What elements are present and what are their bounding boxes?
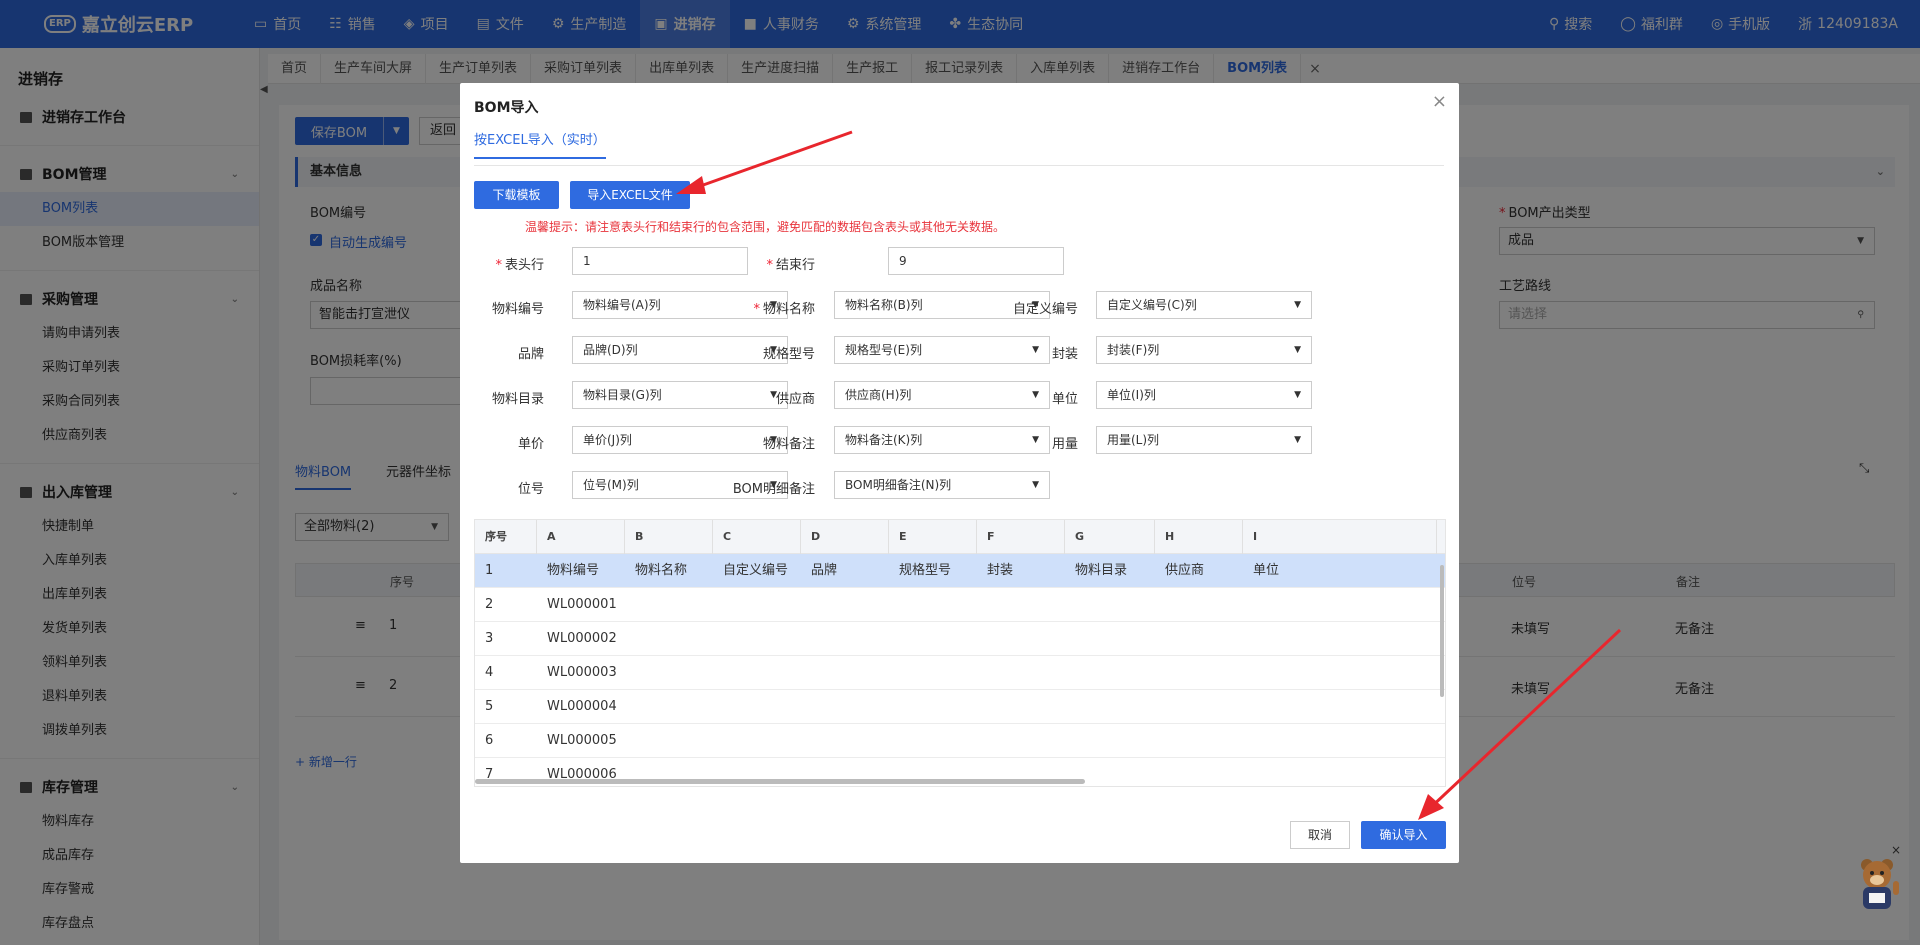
assistant-mascot-icon[interactable] xyxy=(1853,855,1901,913)
mapping-label: 供应商 xyxy=(775,392,815,407)
mapping-label: 自定义编号 xyxy=(1012,302,1078,317)
grid-cell: 规格型号 xyxy=(899,563,952,578)
excel-preview-grid: 序号 A B C D E F G H I 1 物料编号 物料名称 自定义编号 品牌 规格型号 封装 物料目录 供应… xyxy=(474,519,1446,787)
mapping-select[interactable]: BOM明细备注(N)列 ▼ xyxy=(834,471,1050,499)
mapping-label: 单价 xyxy=(517,437,544,452)
grid-column-header: I xyxy=(1243,520,1437,554)
grid-cell: 3 xyxy=(485,631,494,646)
caret-down-icon: ▼ xyxy=(1294,345,1301,355)
mapping-label: 品牌 xyxy=(517,347,544,362)
cancel-button[interactable]: 取消 xyxy=(1290,821,1350,849)
header-row-label: * 表头行 xyxy=(495,258,544,273)
confirm-import-button[interactable]: 确认导入 xyxy=(1361,821,1446,849)
mapping-select[interactable]: 自定义编号(C)列 ▼ xyxy=(1096,291,1312,319)
grid-cell: 1 xyxy=(485,563,494,578)
mapping-label: 封装 xyxy=(1051,347,1078,362)
grid-cell: 单位 xyxy=(1253,563,1280,578)
caret-down-icon: ▼ xyxy=(1294,390,1301,400)
grid-cell: 封装 xyxy=(987,563,1014,578)
horizontal-scrollbar[interactable] xyxy=(475,779,1085,784)
grid-row[interactable]: 6 WL000005 xyxy=(475,724,1445,758)
import-excel-button[interactable]: 导入EXCEL文件 xyxy=(570,181,690,209)
download-template-button[interactable]: 下载模板 xyxy=(474,181,559,209)
mapping-select[interactable]: 用量(L)列 ▼ xyxy=(1096,426,1312,454)
tab-excel-import[interactable]: 按EXCEL导入（实时） xyxy=(474,129,606,159)
header-row-input[interactable]: 1 xyxy=(572,247,748,275)
caret-down-icon: ▼ xyxy=(1294,300,1301,310)
grid-column-header: C xyxy=(713,520,801,554)
mapping-label: 用量 xyxy=(1051,437,1078,452)
grid-cell: WL000005 xyxy=(547,733,617,748)
grid-row[interactable]: 4 WL000003 xyxy=(475,656,1445,690)
mapping-label: 物料目录 xyxy=(491,392,544,407)
mapping-label: * 物料名称 xyxy=(753,302,815,317)
grid-column-header: F xyxy=(977,520,1065,554)
caret-down-icon: ▼ xyxy=(1294,435,1301,445)
vertical-scrollbar[interactable] xyxy=(1440,565,1444,697)
close-icon[interactable]: × xyxy=(1432,91,1447,112)
grid-row[interactable]: 1 物料编号 物料名称 自定义编号 品牌 规格型号 封装 物料目录 供应商 单位 xyxy=(475,554,1445,588)
grid-cell: WL000004 xyxy=(547,699,617,714)
end-row-input[interactable]: 9 xyxy=(888,247,1064,275)
grid-header: 序号 A B C D E F G H I xyxy=(475,520,1445,554)
grid-column-header: H xyxy=(1155,520,1243,554)
grid-cell: WL000002 xyxy=(547,631,617,646)
grid-column-header: B xyxy=(625,520,713,554)
grid-cell: 物料名称 xyxy=(635,563,688,578)
hint-text: 温馨提示：请注意表头行和结束行的包含范围，避免匹配的数据包含表头或其他无关数据。 xyxy=(525,220,1006,234)
grid-cell: 物料编号 xyxy=(547,563,600,578)
caret-down-icon: ▼ xyxy=(1032,480,1039,490)
grid-cell: 物料目录 xyxy=(1075,563,1128,578)
grid-cell: 品牌 xyxy=(811,563,838,578)
grid-column-header: 序号 xyxy=(475,520,537,554)
end-row-label: * 结束行 xyxy=(766,258,815,273)
grid-cell: 自定义编号 xyxy=(723,563,789,578)
mapping-select[interactable]: 封装(F)列 ▼ xyxy=(1096,336,1312,364)
grid-cell: 5 xyxy=(485,699,494,714)
divider xyxy=(474,165,1444,166)
mapping-label: 规格型号 xyxy=(762,347,815,362)
mapping-label: BOM明细备注 xyxy=(732,482,815,497)
grid-row[interactable]: 2 WL000001 xyxy=(475,588,1445,622)
grid-column-header: E xyxy=(889,520,977,554)
dialog-title: BOM导入 xyxy=(474,100,539,116)
grid-cell: WL000001 xyxy=(547,597,617,612)
mapping-select[interactable]: 单位(I)列 ▼ xyxy=(1096,381,1312,409)
grid-cell: WL000003 xyxy=(547,665,617,680)
grid-column-header: A xyxy=(537,520,625,554)
grid-cell: 供应商 xyxy=(1165,563,1205,578)
grid-column-header: G xyxy=(1065,520,1155,554)
bom-import-dialog: BOM导入 × 按EXCEL导入（实时） 下载模板 导入EXCEL文件 温馨提示… xyxy=(460,83,1459,863)
grid-row[interactable]: 5 WL000004 xyxy=(475,690,1445,724)
grid-row[interactable]: 3 WL000002 xyxy=(475,622,1445,656)
mapping-label: 位号 xyxy=(517,482,544,497)
mapping-label: 单位 xyxy=(1051,392,1078,407)
grid-column-header: D xyxy=(801,520,889,554)
grid-cell: 2 xyxy=(485,597,494,612)
grid-cell: 4 xyxy=(485,665,494,680)
grid-cell: 6 xyxy=(485,733,494,748)
mapping-label: 物料备注 xyxy=(762,437,815,452)
mapping-label: 物料编号 xyxy=(491,302,544,317)
